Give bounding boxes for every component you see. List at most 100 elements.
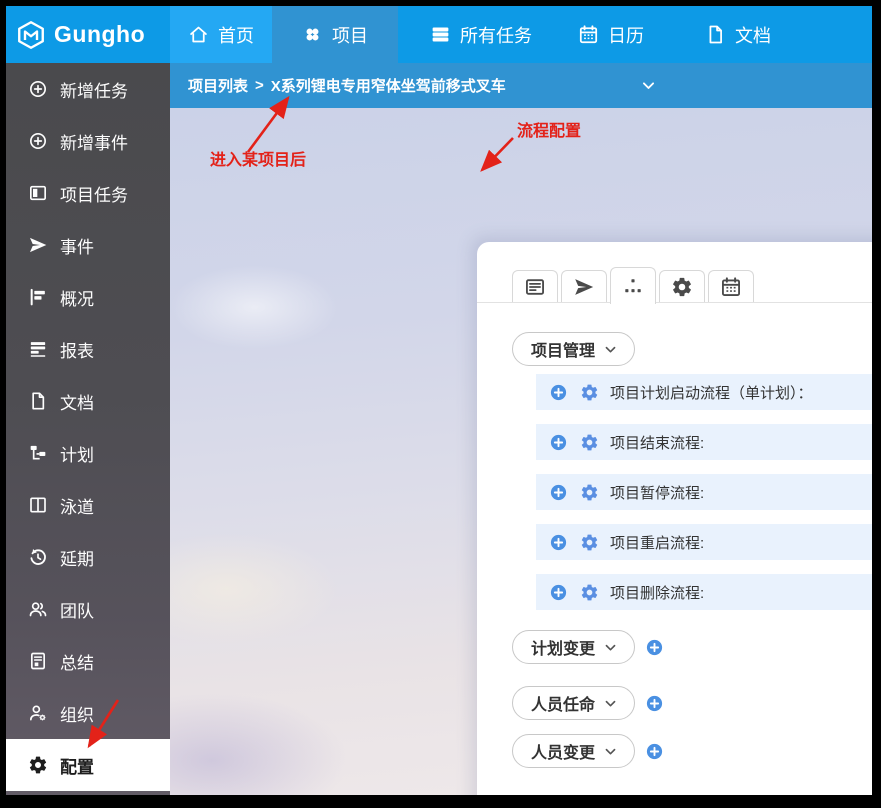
logo[interactable]: Gungho [16,6,145,63]
sidebar-item-label: 报表 [60,337,94,362]
sidebar-item-label: 配置 [60,753,94,778]
sidebar-item-label: 总结 [60,649,94,674]
doc-icon [705,24,726,45]
logo-text: Gungho [54,21,145,48]
nav-item-label: 项目 [332,22,368,48]
group-计划变更: 计划变更 [512,630,664,664]
sidebar-item-label: 团队 [60,597,94,622]
kanban-icon [28,183,48,203]
sidebar-item-计划[interactable]: 计划 [6,427,170,479]
background-scenery: 项目管理项目计划启动流程（单计划）： 项目结束流程: 项目暂停流程: 项目重启流程: 项… [170,108,872,795]
flow-row-label: 项目删除流程: [610,582,704,603]
group-项目管理: 项目管理 [512,332,635,366]
chevron-down-icon [603,342,618,357]
annotation-flow-config: 流程配置 [517,117,581,141]
chevron-down-icon[interactable] [640,77,657,94]
add-flow-step-button[interactable] [549,383,568,402]
tab-hierarchy[interactable] [610,267,656,304]
sidebar-item-label: 项目任务 [60,181,128,206]
annotation-enter-project: 进入某项目后 [210,146,306,170]
flow-row: 项目计划启动流程（单计划）： [536,374,872,410]
chevron-down-icon [603,640,618,655]
flow-settings-button[interactable] [580,483,599,502]
sidebar-item-延期[interactable]: 延期 [6,531,170,583]
nav-item-label: 日历 [608,22,644,48]
nav-item-所有任务[interactable]: 所有任务 [410,6,552,63]
tab-divider [477,302,872,303]
nav-item-项目[interactable]: 项目 [272,6,398,63]
hierarchy-icon [622,275,644,297]
app-window: Gungho 首页项目所有任务日历文档 项目列表 > X系列锂电专用窄体坐驾前移… [0,0,881,808]
sidebar-item-项目任务[interactable]: 项目任务 [6,167,170,219]
tab-gear[interactable] [659,270,705,302]
tab-plane[interactable] [561,270,607,302]
breadcrumb: 项目列表 > X系列锂电专用窄体坐驾前移式叉车 [170,63,872,108]
nav-item-label: 首页 [218,22,254,48]
group-label: 人员任命 [531,691,595,715]
sidebar-item-label: 组织 [60,701,94,726]
flow-row: 项目暂停流程: [536,474,872,510]
org-icon [28,703,48,723]
sidebar-item-泳道[interactable]: 泳道 [6,479,170,531]
add-flow-step-button[interactable] [549,533,568,552]
calendar-icon [578,24,599,45]
sidebar-item-文档[interactable]: 文档 [6,375,170,427]
chevron-down-icon [603,696,618,711]
flow-row: 项目结束流程: [536,424,872,460]
flow-row-label: 项目计划启动流程（单计划）： [610,382,813,403]
overview-icon [28,287,48,307]
nav-item-日历[interactable]: 日历 [556,6,666,63]
flow-settings-button[interactable] [580,383,599,402]
add-flow-step-button[interactable] [549,483,568,502]
team-icon [28,599,48,619]
flow-row: 项目重启流程: [536,524,872,560]
grid4-icon [302,24,323,45]
doc-icon [28,391,48,411]
delay-icon [28,547,48,567]
stack-icon [430,24,451,45]
add-flow-step-button[interactable] [549,433,568,452]
group-toggle-人员任命[interactable]: 人员任命 [512,686,635,720]
group-人员任命: 人员任命 [512,686,664,720]
report-icon [28,339,48,359]
add-flow-button[interactable] [645,638,664,657]
sidebar-item-组织[interactable]: 组织 [6,687,170,739]
breadcrumb-project-name: X系列锂电专用窄体坐驾前移式叉车 [271,75,506,96]
group-toggle-项目管理[interactable]: 项目管理 [512,332,635,366]
circle-plus-icon [28,79,48,99]
sidebar-item-事件[interactable]: 事件 [6,219,170,271]
flow-row: 项目删除流程: [536,574,872,610]
flow-settings-button[interactable] [580,433,599,452]
nav-item-文档[interactable]: 文档 [688,6,788,63]
calendar-icon [720,276,742,298]
add-flow-button[interactable] [645,742,664,761]
top-navbar: Gungho 首页 项目 所有任务 日历 文档 [6,6,872,63]
sidebar-item-label: 文档 [60,389,94,414]
gungho-logo-icon [16,20,46,50]
sidebar-item-总结[interactable]: 总结 [6,635,170,687]
flow-settings-button[interactable] [580,533,599,552]
flow-row-label: 项目结束流程: [610,432,704,453]
group-label: 计划变更 [531,635,595,659]
sidebar-item-概况[interactable]: 概况 [6,271,170,323]
breadcrumb-separator: > [255,77,264,94]
group-toggle-计划变更[interactable]: 计划变更 [512,630,635,664]
add-flow-step-button[interactable] [549,583,568,602]
group-toggle-人员变更[interactable]: 人员变更 [512,734,635,768]
flow-settings-button[interactable] [580,583,599,602]
nav-item-label: 文档 [735,22,771,48]
tab-calendar[interactable] [708,270,754,302]
nav-item-首页[interactable]: 首页 [170,6,272,63]
sidebar-item-新增事件[interactable]: 新增事件 [6,115,170,167]
sidebar-item-label: 计划 [60,441,94,466]
sidebar-item-团队[interactable]: 团队 [6,583,170,635]
sidebar-item-label: 新增事件 [60,129,128,154]
form-icon [524,276,546,298]
sidebar-item-报表[interactable]: 报表 [6,323,170,375]
breadcrumb-list-label[interactable]: 项目列表 [188,75,248,96]
sidebar-item-新增任务[interactable]: 新增任务 [6,63,170,115]
tab-form[interactable] [512,270,558,302]
chevron-down-icon [603,744,618,759]
sidebar-item-配置[interactable]: 配置 [6,739,170,791]
add-flow-button[interactable] [645,694,664,713]
